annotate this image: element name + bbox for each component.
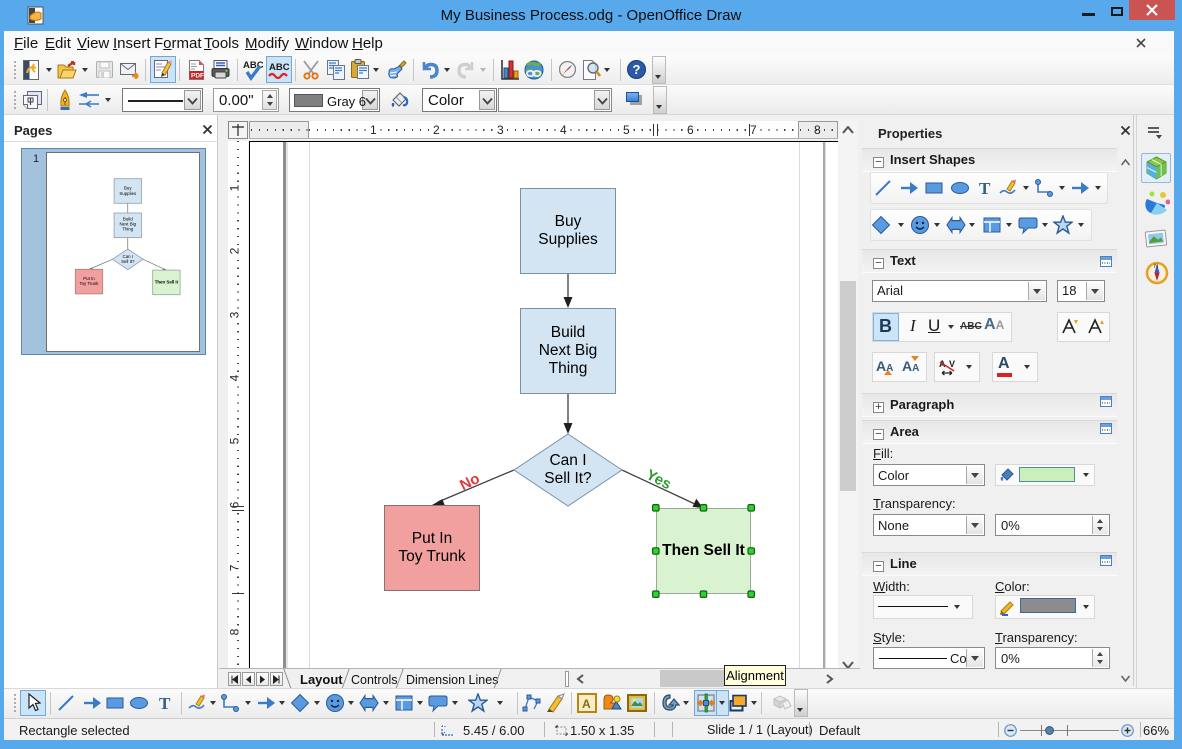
- svg-text:Sell It?: Sell It?: [121, 259, 135, 264]
- svg-text:A: A: [582, 697, 591, 711]
- svg-text:V: V: [949, 359, 955, 369]
- svg-text:Thing: Thing: [122, 227, 134, 232]
- svg-text:?: ?: [633, 62, 641, 77]
- svg-text:Supplies: Supplies: [119, 191, 137, 196]
- svg-text:N: N: [1154, 264, 1158, 270]
- svg-text:T: T: [159, 694, 171, 713]
- svg-text:ABC: ABC: [243, 60, 263, 71]
- svg-text:ABC: ABC: [269, 62, 290, 73]
- svg-text:Then Sell It: Then Sell It: [154, 280, 178, 285]
- svg-text:Toy Trunk: Toy Trunk: [79, 281, 99, 286]
- svg-text:Buy: Buy: [124, 186, 132, 191]
- svg-text:PDF: PDF: [191, 73, 204, 80]
- svg-text:T: T: [979, 179, 991, 198]
